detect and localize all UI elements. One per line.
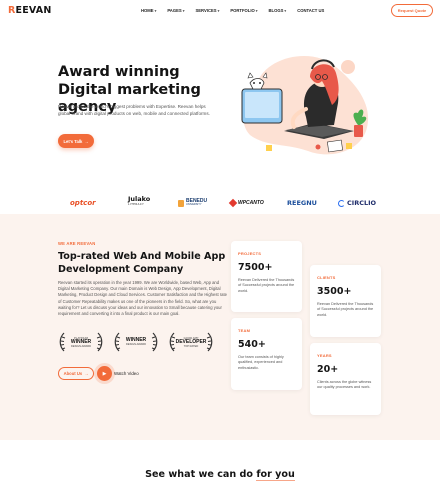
arrow-right-icon: → (84, 138, 89, 144)
award-line3: TOP RATED (183, 345, 199, 349)
main-nav: HOME ▾ PAGES ▾ SERVICES ▾ PORTFOLIO ▾ BLOGS ▾… (141, 8, 324, 13)
shield-icon (178, 199, 184, 207)
arrow-right-icon: → (84, 371, 89, 376)
about-eyebrow: WE ARE REEVAN (58, 241, 96, 246)
award-badge-winner: WINNER DESIGN AWARD (113, 330, 159, 354)
brand-sub: LITERACY (128, 203, 145, 206)
about-description: Reevan started its operation in the year… (58, 280, 227, 317)
services-title: See what we can do for you (0, 469, 440, 480)
chevron-down-icon: ▾ (154, 8, 157, 13)
stat-text: Clients across the globe witness our qua… (317, 380, 372, 390)
request-quote-button[interactable]: Request Quote (391, 4, 433, 17)
hero-illustration (241, 55, 369, 155)
circle-icon (338, 199, 345, 207)
stat-text: Our team consists of highly qualified, e… (238, 355, 284, 370)
site-header: REEVAN HOME ▾ PAGES ▾ SERVICES ▾ PORTFOLIO ▾… (0, 0, 440, 22)
chevron-down-icon: ▾ (182, 8, 185, 13)
stat-caption: CLIENTS (317, 275, 336, 280)
brand-logo-benedu: BENEDU UNIVERSITY (178, 196, 207, 210)
services-title-highlight: for you (256, 469, 295, 480)
brand-logo-optcor: optcor (70, 196, 96, 210)
stat-text: Reevan Delivered the Thousands of Succes… (317, 302, 374, 317)
nav-label: HOME (141, 8, 154, 13)
logo-initial: R (8, 5, 16, 16)
diamond-icon (228, 198, 238, 208)
lets-talk-label: Let's Talk (63, 138, 83, 144)
award-badge-platinum: PLATINUM WINNER DESIGN AWARD (58, 330, 104, 354)
stat-card-years: YEARS 20+ Clients across the globe witne… (310, 343, 381, 415)
award-line3: DESIGN AWARD (71, 345, 91, 349)
stat-card-clients: CLIENTS 3500+ Reevan Delivered the Thous… (310, 265, 381, 337)
award-badge-developer: GOOD APP DEVELOPER TOP RATED (168, 330, 214, 354)
stat-text: Reevan Delivered the Thousands of Succes… (238, 278, 295, 293)
nav-blogs[interactable]: BLOGS ▾ (269, 8, 287, 13)
brand-name: CIRCLIO (347, 199, 377, 207)
stat-number: 20+ (317, 364, 339, 375)
brand-name: WPCANTO (238, 200, 264, 206)
stat-caption: PROJECTS (238, 251, 262, 256)
about-title: Top-rated Web And Mobile App Development… (58, 251, 226, 275)
play-icon: ▶ (102, 370, 107, 377)
services-title-prefix: See what we can do (145, 469, 257, 480)
hero-title-highlight: Award (58, 64, 110, 81)
nav-portfolio[interactable]: PORTFOLIO ▾ (230, 8, 257, 13)
play-video-button[interactable]: ▶ (97, 366, 112, 381)
logo-text: EEVAN (15, 5, 52, 16)
hero-description: Reevan solve the world's biggest problem… (58, 104, 210, 116)
nav-label: BLOGS (268, 8, 284, 13)
nav-contact[interactable]: CONTACT US (297, 8, 324, 13)
brand-name: REEGNU (287, 199, 317, 207)
award-line3: DESIGN AWARD (126, 343, 146, 347)
stat-number: 7500+ (238, 262, 273, 273)
nav-label: PORTFOLIO (230, 8, 255, 13)
stat-caption: YEARS (317, 353, 332, 358)
nav-services[interactable]: SERVICES ▾ (195, 8, 219, 13)
nav-label: CONTACT US (297, 8, 325, 13)
brand-logos-row: optcor Julako LITERACY BENEDU UNIVERSITY W… (60, 196, 380, 210)
brand-logo[interactable]: REEVAN (8, 5, 52, 16)
about-us-label: About Us (63, 371, 83, 376)
brand-name: optcor (70, 199, 96, 207)
stat-number: 540+ (238, 339, 266, 350)
stat-caption: TEAM (238, 328, 251, 333)
nav-home[interactable]: HOME ▾ (141, 8, 156, 13)
lets-talk-button[interactable]: Let's Talk → (58, 134, 94, 148)
brand-sub: UNIVERSITY (186, 203, 202, 206)
stat-card-projects: PROJECTS 7500+ Reevan Delivered the Thou… (231, 241, 302, 312)
stat-card-team: TEAM 540+ Our team consists of highly qu… (231, 318, 302, 390)
chevron-down-icon: ▾ (255, 8, 258, 13)
chevron-down-icon: ▾ (217, 8, 220, 13)
nav-label: PAGES (167, 8, 182, 13)
watch-video-label[interactable]: Watch Video (114, 371, 139, 376)
chevron-down-icon: ▾ (284, 8, 287, 13)
brand-logo-reegnu: REEGNU (287, 196, 317, 210)
nav-pages[interactable]: PAGES ▾ (167, 8, 184, 13)
nav-label: SERVICES (195, 8, 217, 13)
stat-number: 3500+ (317, 286, 352, 297)
about-us-button[interactable]: About Us → (58, 367, 94, 380)
brand-logo-julako: Julako LITERACY (128, 196, 150, 210)
brand-logo-circlio: CIRCLIO (338, 196, 376, 210)
brand-logo-wpcanto: WPCANTO (228, 196, 264, 210)
